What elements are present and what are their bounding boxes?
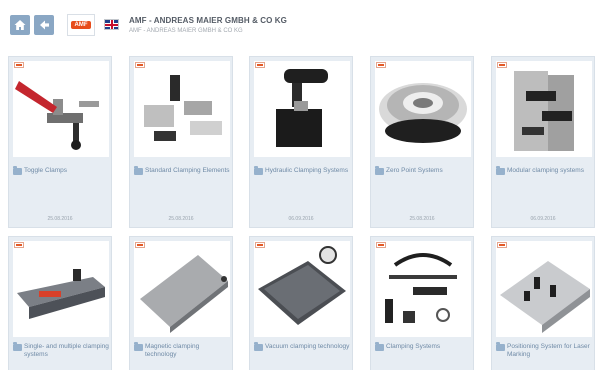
clamping-systems-image: [385, 253, 457, 323]
uk-flag-icon[interactable]: [104, 19, 119, 30]
amf-badge: [376, 242, 386, 248]
header-bar: AMF AMF - ANDREAS MAIER GMBH & CO KG AMF…: [0, 0, 603, 52]
folder-icon: [13, 342, 22, 351]
category-image-magnetic[interactable]: [134, 241, 230, 337]
category-link-single-multiple[interactable]: Single- and multiple clamping systems: [24, 343, 110, 359]
home-button[interactable]: [10, 15, 30, 35]
folder-icon: [254, 342, 263, 351]
folder-icon: [375, 342, 384, 351]
amf-badge: [255, 62, 265, 68]
category-date: 06.09.2016: [530, 216, 556, 222]
category-image-zero-point[interactable]: [375, 61, 471, 157]
category-card[interactable]: Standard Clamping Elements 25.08.2016: [129, 56, 233, 228]
category-image-hydraulic[interactable]: [254, 61, 350, 157]
brand-logo[interactable]: AMF: [67, 14, 95, 36]
category-link-hydraulic[interactable]: Hydraulic Clamping Systems: [265, 167, 351, 175]
category-link-toggle-clamps[interactable]: Toggle Clamps: [24, 167, 110, 175]
category-image-clamping-systems[interactable]: [375, 241, 471, 337]
zero-point-image: [379, 83, 467, 143]
modular-clamping-image: [514, 71, 574, 151]
category-grid: Toggle Clamps 25.08.2016 Standard Clampi…: [0, 56, 603, 370]
category-date: 06.09.2016: [288, 216, 314, 222]
category-card[interactable]: Hydraulic Clamping Systems 06.09.2016: [249, 56, 353, 228]
home-icon: [14, 20, 26, 30]
category-card[interactable]: Toggle Clamps 25.08.2016: [8, 56, 112, 228]
amf-badge: [14, 242, 24, 248]
amf-badge: [255, 242, 265, 248]
amf-badge: [14, 62, 24, 68]
multiple-clamping-image: [17, 269, 105, 319]
category-link-clamping-systems[interactable]: Clamping Systems: [386, 343, 472, 351]
company-subtitle: AMF - ANDREAS MAIER GMBH & CO KG: [129, 28, 243, 34]
category-card[interactable]: Clamping Systems: [370, 236, 474, 370]
category-card[interactable]: Single- and multiple clamping systems: [8, 236, 112, 370]
category-card[interactable]: Vacuum clamping technology: [249, 236, 353, 370]
folder-icon: [496, 342, 505, 351]
category-card[interactable]: Magnetic clamping technology: [129, 236, 233, 370]
vacuum-plate-image: [258, 246, 346, 325]
category-link-zero-point[interactable]: Zero Point Systems: [386, 167, 472, 175]
amf-badge: [135, 242, 145, 248]
folder-icon: [254, 166, 263, 175]
category-link-standard-clamping[interactable]: Standard Clamping Elements: [145, 167, 231, 175]
amf-badge: [497, 242, 507, 248]
category-link-modular[interactable]: Modular clamping systems: [507, 167, 593, 175]
hydraulic-clamp-image: [276, 69, 328, 147]
category-date: 25.08.2016: [47, 216, 73, 222]
category-card[interactable]: Positioning System for Laser Marking: [491, 236, 595, 370]
amf-badge: [376, 62, 386, 68]
magnetic-plate-image: [140, 255, 228, 333]
category-image-laser-positioning[interactable]: [496, 241, 592, 337]
category-image-vacuum[interactable]: [254, 241, 350, 337]
folder-icon: [375, 166, 384, 175]
folder-icon: [134, 166, 143, 175]
standard-clamping-image: [144, 75, 222, 141]
category-image-modular[interactable]: [496, 61, 592, 157]
category-link-vacuum[interactable]: Vacuum clamping technology: [265, 343, 351, 351]
folder-icon: [13, 166, 22, 175]
category-image-standard-clamping[interactable]: [134, 61, 230, 157]
arrow-left-icon: [40, 20, 49, 30]
category-date: 25.08.2016: [168, 216, 194, 222]
amf-badge: [497, 62, 507, 68]
laser-positioning-image: [500, 261, 590, 333]
back-button[interactable]: [34, 15, 54, 35]
category-image-toggle-clamps[interactable]: [13, 61, 109, 157]
category-card[interactable]: Zero Point Systems 25.08.2016: [370, 56, 474, 228]
company-title: AMF - ANDREAS MAIER GMBH & CO KG: [129, 16, 288, 25]
category-link-laser-positioning[interactable]: Positioning System for Laser Marking: [507, 343, 593, 359]
folder-icon: [134, 342, 143, 351]
category-date: 25.08.2016: [409, 216, 435, 222]
category-image-single-multiple[interactable]: [13, 241, 109, 337]
brand-logo-text: AMF: [71, 21, 91, 29]
category-card[interactable]: Modular clamping systems 06.09.2016: [491, 56, 595, 228]
category-link-magnetic[interactable]: Magnetic clamping technology: [145, 343, 231, 359]
amf-badge: [135, 62, 145, 68]
toggle-clamp-image: [15, 81, 99, 150]
folder-icon: [496, 166, 505, 175]
